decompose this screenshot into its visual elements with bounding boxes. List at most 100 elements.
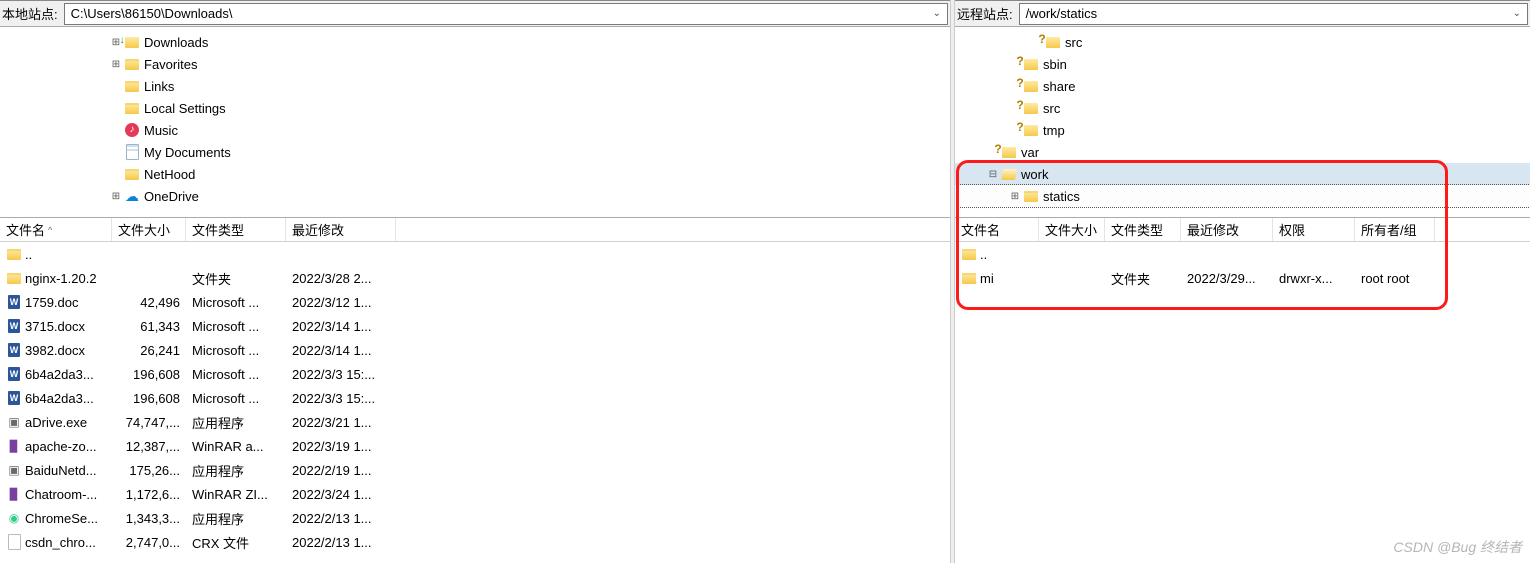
list-item[interactable]: mi文件夹2022/3/29...drwxr-x...root root (955, 266, 1530, 290)
folder-icon (124, 78, 140, 94)
tree-item[interactable]: NetHood (0, 163, 950, 185)
tree-item[interactable]: src (955, 97, 1530, 119)
tree-item[interactable]: ⊞ statics (955, 185, 1530, 207)
col-size[interactable]: 文件大小 (112, 218, 186, 241)
cell-type: 应用程序 (186, 409, 286, 436)
cell-type (1105, 250, 1181, 258)
list-item[interactable]: 6b4a2da3...196,608Microsoft ...2022/3/3 … (0, 362, 950, 386)
local-pane: 本地站点: C:\Users\86150\Downloads\ ⌄ ⊞Downl… (0, 0, 950, 563)
rar-icon (6, 438, 22, 454)
list-item[interactable]: 3982.docx26,241Microsoft ...2022/3/14 1.… (0, 338, 950, 362)
tree-item[interactable]: ⊟work (955, 163, 1530, 185)
list-item[interactable]: apache-zo...12,387,...WinRAR a...2022/3/… (0, 434, 950, 458)
col-filename[interactable]: 文件名 (955, 218, 1039, 241)
cell-name: ChromeSe... (0, 506, 112, 530)
rar-icon (6, 486, 22, 502)
col-type[interactable]: 文件类型 (186, 218, 286, 241)
tree-item[interactable]: My Documents (0, 141, 950, 163)
tree-item-label: Downloads (144, 35, 208, 50)
list-item[interactable]: nginx-1.20.2文件夹2022/3/28 2... (0, 266, 950, 290)
col-owner[interactable]: 所有者/组 (1355, 218, 1435, 241)
tree-item-label: src (1065, 35, 1082, 50)
cell-type: WinRAR ZI... (186, 483, 286, 506)
list-item[interactable]: .. (0, 242, 950, 266)
local-list-header[interactable]: 文件名^ 文件大小 文件类型 最近修改 (0, 218, 950, 242)
onedrive-icon (124, 188, 140, 204)
list-item[interactable]: ChromeSe...1,343,3...应用程序2022/2/13 1... (0, 506, 950, 530)
list-item[interactable]: aDrive.exe74,747,...应用程序2022/3/21 1... (0, 410, 950, 434)
cell-date: 2022/3/3 15:... (286, 363, 396, 386)
expander-icon[interactable]: ⊞ (110, 59, 122, 70)
local-path-input[interactable]: C:\Users\86150\Downloads\ ⌄ (64, 3, 948, 25)
col-filename[interactable]: 文件名^ (0, 218, 112, 241)
cell-date: 2022/3/24 1... (286, 483, 396, 506)
cell-type: Microsoft ... (186, 339, 286, 362)
folder-q (1023, 100, 1039, 116)
expander-icon[interactable]: ⊞ (1009, 191, 1021, 202)
cell-size: 1,172,6... (112, 483, 186, 506)
cell-type: 应用程序 (186, 505, 286, 532)
filename-text: .. (980, 247, 987, 262)
list-item[interactable]: csdn_chro...2,747,0...CRX 文件2022/2/13 1.… (0, 530, 950, 554)
cell-type: 文件夹 (1105, 265, 1181, 292)
col-date[interactable]: 最近修改 (1181, 218, 1273, 241)
remote-tree[interactable]: srcsbinsharesrctmpvar⊟work⊞statics (955, 27, 1530, 217)
remote-path-input[interactable]: /work/statics ⌄ (1019, 3, 1528, 25)
tree-item[interactable]: ⊞OneDrive (0, 185, 950, 207)
exe-icon (6, 462, 22, 478)
cell-date: 2022/3/12 1... (286, 291, 396, 314)
cell-type: 文件夹 (186, 265, 286, 292)
list-item[interactable]: .. (955, 242, 1530, 266)
tree-item[interactable]: sbin (955, 53, 1530, 75)
remote-file-list[interactable]: 文件名 文件大小 文件类型 最近修改 权限 所有者/组 ..mi文件夹2022/… (955, 217, 1530, 562)
cell-type (186, 250, 286, 258)
folder-icon (6, 270, 22, 286)
tree-item-label: My Documents (144, 145, 231, 160)
tree-item[interactable]: ⊞Favorites (0, 53, 950, 75)
cell-name: .. (0, 242, 112, 266)
list-item[interactable]: 3715.docx61,343Microsoft ...2022/3/14 1.… (0, 314, 950, 338)
list-item[interactable]: 6b4a2da3...196,608Microsoft ...2022/3/3 … (0, 386, 950, 410)
remote-list-header[interactable]: 文件名 文件大小 文件类型 最近修改 权限 所有者/组 (955, 218, 1530, 242)
filename-text: aDrive.exe (25, 415, 87, 430)
expander-icon[interactable]: ⊟ (987, 169, 999, 180)
chrome-icon (6, 510, 22, 526)
list-item[interactable]: 1759.doc42,496Microsoft ...2022/3/12 1..… (0, 290, 950, 314)
col-perm[interactable]: 权限 (1273, 218, 1355, 241)
cell-type: Microsoft ... (186, 363, 286, 386)
tree-item[interactable]: var (955, 141, 1530, 163)
cell-size: 1,343,3... (112, 507, 186, 530)
cell-name: 6b4a2da3... (0, 386, 112, 410)
expander-icon[interactable]: ⊞ (110, 191, 122, 202)
col-date[interactable]: 最近修改 (286, 218, 396, 241)
folder-icon (6, 246, 22, 262)
filename-text: 3715.docx (25, 319, 85, 334)
tree-item-label: Music (144, 123, 178, 138)
dropdown-arrow-icon[interactable]: ⌄ (1513, 8, 1521, 19)
cell-date: 2022/3/14 1... (286, 315, 396, 338)
tree-item-label: statics (1043, 189, 1080, 204)
word-icon (6, 390, 22, 406)
tree-item[interactable]: Music (0, 119, 950, 141)
col-type[interactable]: 文件类型 (1105, 218, 1181, 241)
list-item[interactable]: BaiduNetd...175,26...应用程序2022/2/19 1... (0, 458, 950, 482)
dropdown-arrow-icon[interactable]: ⌄ (933, 8, 941, 19)
cell-type: 应用程序 (186, 457, 286, 484)
cell-name: 3982.docx (0, 338, 112, 362)
local-file-list[interactable]: 文件名^ 文件大小 文件类型 最近修改 ..nginx-1.20.2文件夹202… (0, 217, 950, 562)
music-icon (124, 122, 140, 138)
cell-size: 196,608 (112, 387, 186, 410)
cell-name: mi (955, 266, 1039, 290)
tree-item[interactable]: ⊞Downloads (0, 31, 950, 53)
local-tree[interactable]: ⊞Downloads⊞FavoritesLinksLocal SettingsM… (0, 27, 950, 217)
filename-text: 6b4a2da3... (25, 391, 94, 406)
tree-item[interactable]: Local Settings (0, 97, 950, 119)
tree-item[interactable]: share (955, 75, 1530, 97)
col-size[interactable]: 文件大小 (1039, 218, 1105, 241)
sort-asc-icon[interactable]: ^ (48, 225, 52, 235)
tree-item[interactable]: tmp (955, 119, 1530, 141)
tree-item[interactable]: Links (0, 75, 950, 97)
list-item[interactable]: Chatroom-...1,172,6...WinRAR ZI...2022/3… (0, 482, 950, 506)
cell-name: aDrive.exe (0, 410, 112, 434)
tree-item[interactable]: src (955, 31, 1530, 53)
